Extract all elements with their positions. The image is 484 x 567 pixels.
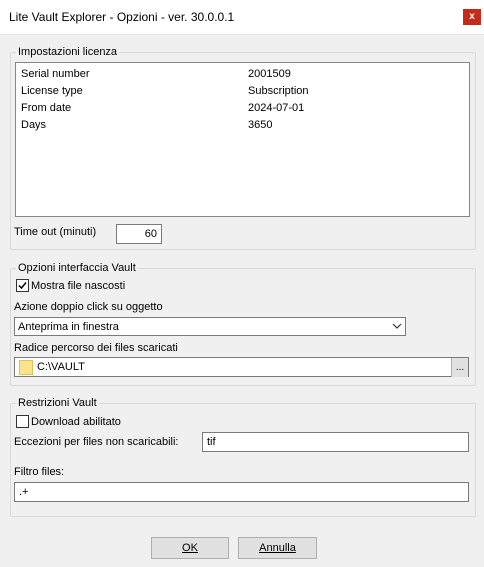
download-root-label: Radice percorso dei files scaricati: [14, 342, 178, 354]
license-row-value: 2001509: [248, 68, 291, 80]
license-row-label: License type: [21, 85, 83, 97]
double-click-label: Azione doppio click su oggetto: [14, 301, 163, 313]
license-group-label: Impostazioni licenza: [16, 45, 120, 59]
show-hidden-label: Mostra file nascosti: [31, 280, 126, 292]
license-row-value: Subscription: [248, 85, 309, 97]
folder-icon: [19, 360, 33, 375]
cancel-button-label: Annulla: [259, 542, 296, 554]
ok-button-label: OK: [182, 542, 198, 554]
timeout-label: Time out (minuti): [14, 226, 97, 238]
exceptions-label: Eccezioni per files non scaricabili:: [14, 436, 179, 448]
checkmark-icon: [18, 282, 27, 290]
double-click-select[interactable]: Anteprima in finestra: [14, 317, 406, 336]
cancel-button[interactable]: Annulla: [238, 537, 317, 559]
double-click-value: Anteprima in finestra: [18, 321, 119, 333]
download-enabled-label: Download abilitato: [31, 416, 121, 428]
filter-label: Filtro files:: [14, 466, 65, 478]
vault-ui-group-label: Opzioni interfaccia Vault: [16, 261, 138, 275]
exceptions-input[interactable]: tif: [202, 432, 469, 452]
license-row-label: Days: [21, 119, 47, 131]
restrictions-group-label: Restrizioni Vault: [16, 396, 99, 410]
download-root-value: C:\VAULT: [37, 361, 85, 373]
filter-input[interactable]: .+: [14, 482, 469, 502]
license-list[interactable]: Serial number 2001509 License type Subsc…: [15, 62, 470, 217]
browse-button[interactable]: ...: [451, 358, 468, 377]
download-enabled-checkbox[interactable]: [16, 415, 29, 428]
browse-icon: ...: [455, 361, 465, 373]
license-row-label: From date: [21, 102, 72, 114]
license-row-value: 3650: [248, 119, 273, 131]
timeout-input[interactable]: 60: [116, 224, 162, 244]
show-hidden-checkbox[interactable]: [16, 279, 29, 292]
window-title: Lite Vault Explorer - Opzioni - ver. 30.…: [9, 10, 235, 24]
title-bar: Lite Vault Explorer - Opzioni - ver. 30.…: [0, 0, 484, 35]
close-button[interactable]: x: [463, 9, 481, 25]
close-icon: x: [469, 11, 475, 22]
license-row-label: Serial number: [21, 68, 90, 80]
chevron-down-icon: [392, 323, 402, 329]
ok-button[interactable]: OK: [151, 537, 229, 559]
license-row-value: 2024-07-01: [248, 102, 305, 114]
download-root-field[interactable]: C:\VAULT ...: [14, 357, 469, 377]
